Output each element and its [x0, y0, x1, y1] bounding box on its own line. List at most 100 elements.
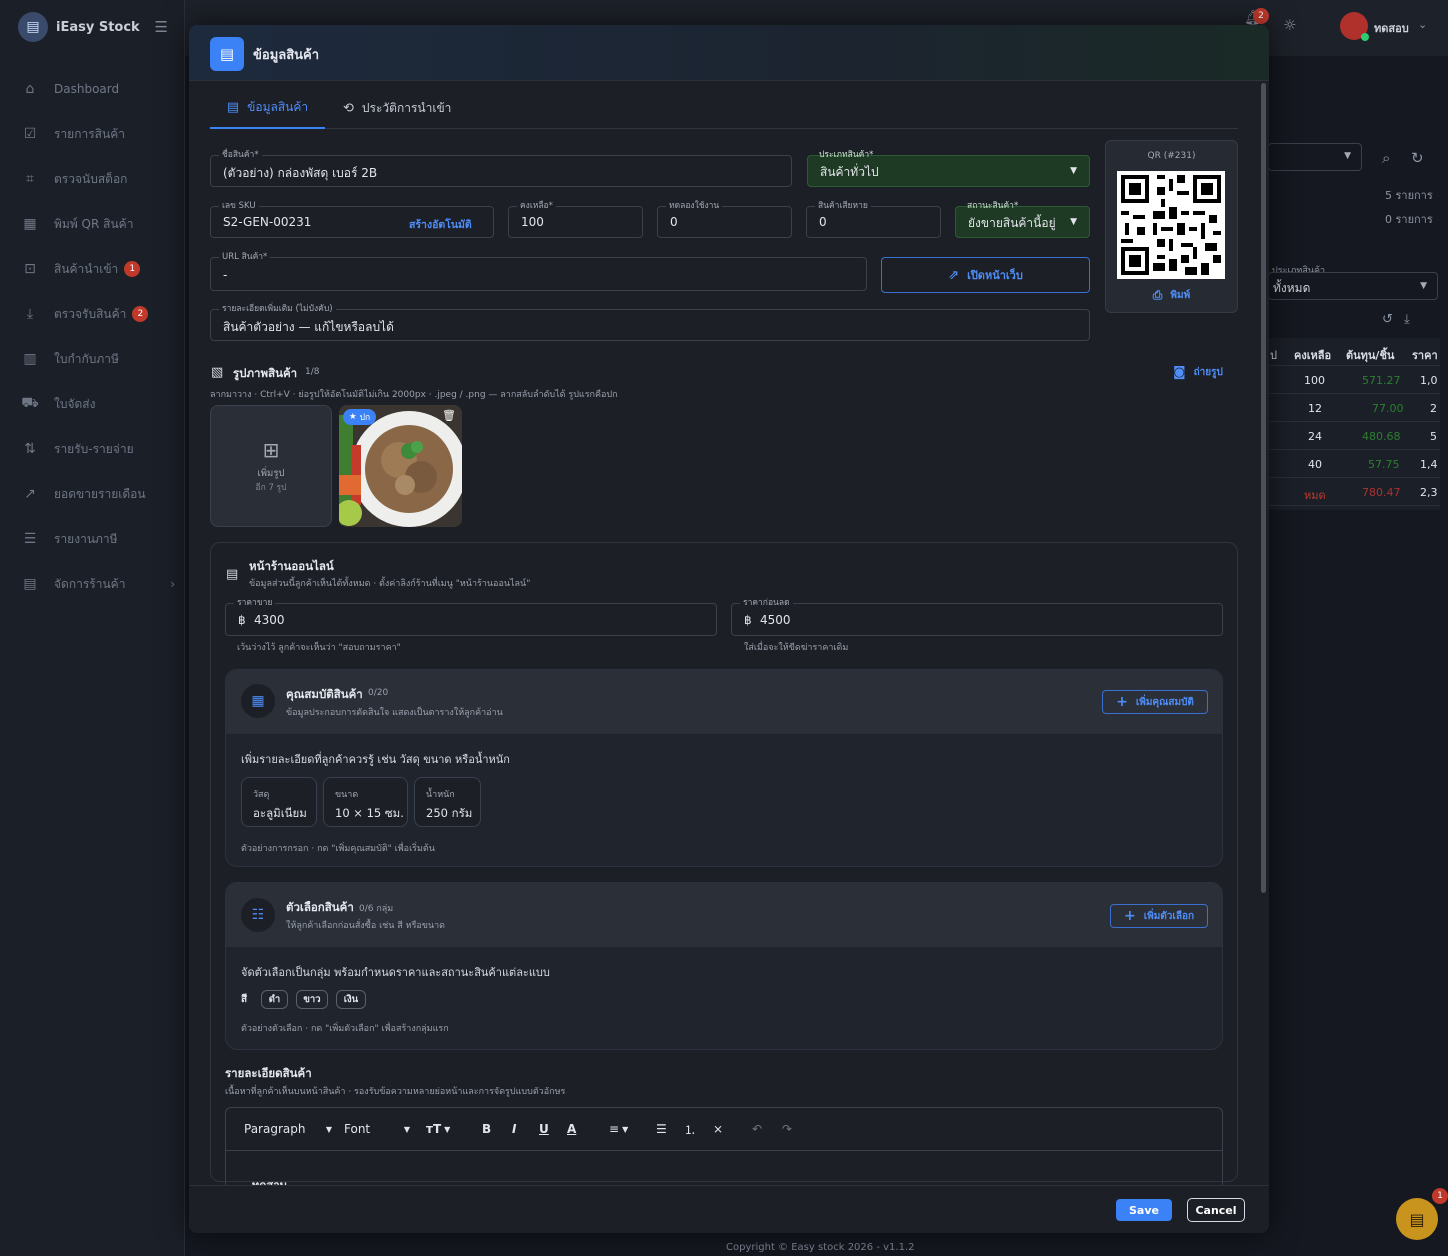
search-icon[interactable]: ⌕	[1382, 149, 1390, 167]
font-select[interactable]: Font ▼	[344, 1108, 410, 1150]
storefront-title: หน้าร้านออนไลน์	[249, 559, 334, 573]
images-count: 1/8	[305, 367, 320, 377]
sidebar-item-income-expense[interactable]: ⇅ รายรับ-รายจ่าย	[20, 437, 175, 461]
option-value: ขาว	[296, 990, 328, 1009]
cancel-button[interactable]: Cancel	[1187, 1198, 1245, 1222]
store-fab-icon[interactable]: ▤	[1396, 1198, 1438, 1240]
price-field[interactable]: ราคาขาย ฿ 4300	[225, 597, 717, 636]
chevron-down-icon: ▼	[1070, 166, 1077, 176]
old-price-field[interactable]: ราคาก่อนลด ฿ 4500	[731, 597, 1223, 636]
chevron-right-icon: ›	[170, 577, 175, 591]
refresh-icon[interactable]: ↻	[1411, 149, 1424, 167]
damaged-field[interactable]: สินค้าเสียหาย 0	[806, 200, 941, 238]
add-image-button[interactable]: ⊞ เพิ่มรูป อีก 7 รูป	[210, 405, 332, 527]
price-hint: เว้นว่างไว้ ลูกค้าจะเห็นว่า "สอบถามราคา"	[237, 643, 401, 653]
bold-icon[interactable]: B	[482, 1108, 491, 1150]
modal-title: ข้อมูลสินค้า	[253, 48, 320, 63]
qr-print-button[interactable]: ⎙ พิมพ์	[1106, 288, 1237, 303]
table-row[interactable]: หมด 780.47 2,3	[1268, 478, 1440, 506]
modal-header: ▤ ข้อมูลสินค้า	[189, 25, 1269, 81]
status-select[interactable]: สถานะสินค้า* ยังขายสินค้านี้อยู่ ▼	[955, 201, 1090, 238]
qr-code-image	[1117, 171, 1225, 279]
copyright: Copyright © Easy stock 2026 - v1.1.2	[726, 1242, 915, 1253]
theme-toggle-icon[interactable]: ☼	[1283, 16, 1296, 34]
sidebar-item-stock-count[interactable]: ⌗ ตรวจนับสต็อก	[20, 167, 175, 191]
transfer-icon: ⇅	[24, 441, 36, 457]
username[interactable]: ทดสอบ	[1374, 19, 1409, 37]
brand: ▤ iEasy Stock ☰	[18, 12, 168, 42]
product-modal: ▤ ข้อมูลสินค้า ▤ ข้อมูลสินค้า ⟲ ประวัติการ…	[189, 25, 1269, 1233]
description-desc: เนื้อหาที่ลูกค้าเห็นบนหน้าสินค้า · รองรั…	[225, 1087, 566, 1097]
sidebar-item-receive[interactable]: ⤓ ตรวจรับสินค้า 2	[20, 302, 175, 326]
options-card: ☷ ตัวเลือกสินค้า 0/6 กลุ่ม ให้ลูกค้าเลือ…	[225, 882, 1223, 1050]
history-icon: ⟲	[343, 100, 354, 116]
add-attribute-button[interactable]: + เพิ่มคุณสมบัติ	[1102, 690, 1208, 714]
sidebar-item-tax-invoice[interactable]: ▥ ใบกำกับภาษี	[20, 347, 175, 371]
sidebar-item-monthly-sales[interactable]: ↗ ยอดขายรายเดือน	[20, 482, 175, 506]
font-size-icon[interactable]: ᴛT ▼	[426, 1108, 450, 1150]
table-header: ป คงเหลือ ต้นทุน/ชิ้น ราคา	[1268, 338, 1440, 366]
auto-sku-button[interactable]: สร้างอัตโนมัติ	[409, 216, 472, 233]
truck-icon: ⛟	[21, 395, 39, 411]
save-button[interactable]: Save	[1116, 1199, 1172, 1221]
add-option-button[interactable]: + เพิ่มตัวเลือก	[1110, 904, 1208, 928]
filter-select[interactable]: ทั้งหมด ▼	[1268, 272, 1438, 300]
menu-icon[interactable]: ☰	[155, 18, 168, 36]
table-row[interactable]: 12 77.00 2	[1268, 394, 1440, 422]
product-image[interactable]: ★ ปก 🗑︎	[339, 405, 462, 527]
font-color-icon[interactable]: A	[567, 1108, 576, 1150]
bullet-list-icon[interactable]: ☰	[656, 1108, 667, 1150]
sidebar-item-store[interactable]: ▤ จัดการร้านค้า ›	[20, 572, 175, 596]
sidebar-item-dashboard[interactable]: ⌂ Dashboard	[20, 77, 175, 101]
invoice-icon: ▥	[23, 351, 37, 367]
plus-icon: +	[1116, 694, 1128, 710]
name-field[interactable]: ชื่อสินค้า* (ตัวอย่าง) กล่องพัสดุ เบอร์ …	[210, 149, 792, 187]
take-photo-button[interactable]: ◙ ถ่ายรูป	[1173, 365, 1223, 380]
options-header	[226, 883, 1222, 947]
sidebar-item-print-qr[interactable]: ▦ พิมพ์ QR สินค้า	[20, 212, 175, 236]
download-icon[interactable]: ⤓	[1404, 312, 1410, 327]
reset-icon[interactable]: ↺	[1382, 312, 1393, 327]
attributes-header	[226, 670, 1222, 734]
sku-field[interactable]: เลข SKU S2-GEN-00231 สร้างอัตโนมัติ	[210, 200, 494, 238]
printer-icon: ⎙	[1152, 288, 1163, 302]
sidebar-item-tax-report[interactable]: ☰ รายงานภาษี	[20, 527, 175, 551]
fab-badge: 1	[1432, 1188, 1448, 1204]
image-icon: ▧	[211, 365, 224, 380]
clear-format-icon[interactable]: ⨯	[713, 1108, 723, 1150]
redo-icon[interactable]: ↷	[782, 1108, 792, 1150]
table-row[interactable]: 40 57.75 1,4	[1268, 450, 1440, 478]
underline-icon[interactable]: U	[539, 1108, 549, 1150]
url-field[interactable]: URL สินค้า* -	[210, 251, 867, 291]
details-field[interactable]: รายละเอียดเพิ่มเติม (ไม่บังคับ) สินค้าตั…	[210, 303, 1090, 341]
camera-icon: ◙	[1173, 365, 1186, 380]
sliders-icon: ☷	[241, 898, 275, 932]
italic-icon[interactable]: I	[512, 1108, 516, 1150]
type-select[interactable]: ประเภทสินค้า* สินค้าทั่วไป ▼	[807, 150, 1090, 187]
sidebar-item-products[interactable]: ☑ รายการสินค้า	[20, 122, 175, 146]
tab-import-history[interactable]: ⟲ ประวัติการนำเข้า	[343, 87, 451, 129]
modal-scrollbar[interactable]	[1261, 83, 1266, 893]
tab-product-info[interactable]: ▤ ข้อมูลสินค้า	[210, 87, 325, 129]
trial-field[interactable]: ทดลองใช้งาน 0	[657, 200, 792, 238]
undo-icon[interactable]: ↶	[752, 1108, 762, 1150]
modal-footer: Save Cancel	[189, 1185, 1269, 1233]
sidebar-item-imports[interactable]: ⊡ สินค้านำเข้า 1	[20, 257, 175, 281]
numbered-list-icon[interactable]: ⒈	[684, 1108, 696, 1150]
trend-icon: ↗	[24, 486, 36, 502]
align-icon[interactable]: ≡ ▼	[609, 1108, 628, 1150]
chevron-down-icon[interactable]: ⌄	[1418, 18, 1427, 31]
paragraph-select[interactable]: Paragraph ▼	[244, 1108, 332, 1150]
bg-select[interactable]: ▼	[1268, 143, 1362, 171]
modal-tabs: ▤ ข้อมูลสินค้า ⟲ ประวัติการนำเข้า	[210, 87, 1238, 129]
delete-icon[interactable]: 🗑︎	[442, 409, 456, 422]
stock-field[interactable]: คงเหลือ* 100	[508, 200, 643, 238]
table-row[interactable]: 24 480.68 5	[1268, 422, 1440, 450]
plus-icon: +	[1123, 908, 1136, 924]
sidebar-item-delivery[interactable]: ⛟ ใบจัดส่ง	[20, 392, 175, 416]
open-web-button[interactable]: ⇗ เปิดหน้าเว็บ	[881, 257, 1090, 293]
chevron-down-icon: ▼	[1070, 217, 1077, 227]
table-row[interactable]: 100 571.27 1,0	[1268, 366, 1440, 394]
scan-icon: ⌗	[26, 171, 34, 187]
sidebar: ▤ iEasy Stock ☰ ⌂ Dashboard ☑ รายการสินค้า…	[0, 0, 185, 1256]
